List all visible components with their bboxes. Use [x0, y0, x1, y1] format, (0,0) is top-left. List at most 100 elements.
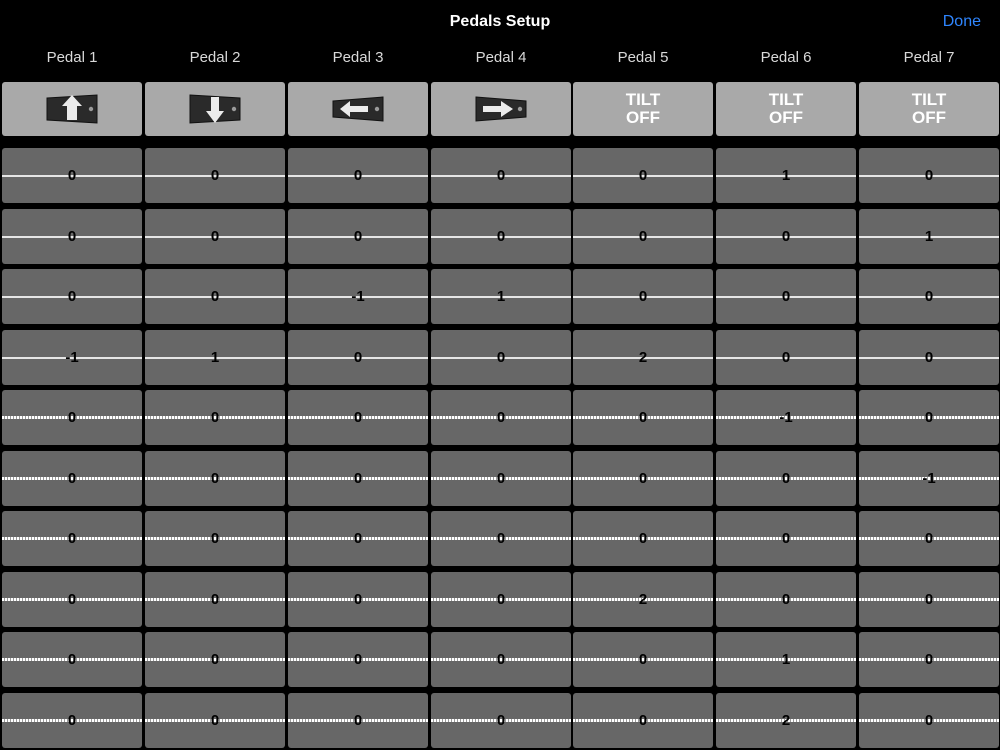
pedal-value-cell[interactable]: 0: [431, 693, 571, 748]
pedal-value-cell[interactable]: 0: [2, 390, 142, 445]
pedal-value-cell[interactable]: -1: [2, 330, 142, 385]
pedal-value-cell[interactable]: 0: [573, 632, 713, 687]
pedal-value-cell[interactable]: 0: [431, 511, 571, 566]
pedal-value-cell[interactable]: 0: [716, 330, 856, 385]
pedal-value: 0: [67, 409, 77, 426]
pedal-value-cell[interactable]: 0: [2, 148, 142, 203]
pedal-value-cell[interactable]: 0: [859, 511, 999, 566]
pedal-value: 0: [781, 470, 791, 487]
pedal-value: 0: [638, 470, 648, 487]
pedal-value-cell[interactable]: 0: [716, 451, 856, 506]
pedal-value-cell[interactable]: 0: [2, 451, 142, 506]
pedal-value-cell[interactable]: 0: [859, 632, 999, 687]
pedal-value-cell[interactable]: 0: [431, 330, 571, 385]
pedal-value: 0: [924, 712, 934, 729]
pedal-value-cell[interactable]: 0: [145, 209, 285, 264]
pedal-value-cell[interactable]: 0: [859, 330, 999, 385]
pedal-value-cell[interactable]: 0: [859, 390, 999, 445]
pedal-value-cell[interactable]: 0: [288, 572, 428, 627]
pedal-value-cell[interactable]: 0: [288, 451, 428, 506]
pedal-value-cell[interactable]: 1: [716, 148, 856, 203]
pedal-value-cell[interactable]: 0: [2, 693, 142, 748]
pedal-value-cell[interactable]: 0: [288, 632, 428, 687]
pedal-value-cell[interactable]: 0: [431, 451, 571, 506]
tilt-button-pedal-6[interactable]: TILT OFF: [716, 82, 856, 136]
pedal-value: 0: [638, 530, 648, 547]
pedal-value-cell[interactable]: 2: [716, 693, 856, 748]
pedal-value: 0: [67, 530, 77, 547]
pedal-value-cell[interactable]: 0: [716, 269, 856, 324]
pedal-value-cell[interactable]: 0: [145, 693, 285, 748]
pedal-value-cell[interactable]: 0: [288, 390, 428, 445]
pedal-value-cell[interactable]: 0: [145, 572, 285, 627]
pedal-value-cell[interactable]: 0: [145, 148, 285, 203]
tilt-button-pedal-1[interactable]: [2, 82, 142, 136]
pedal-value-cell[interactable]: 0: [2, 511, 142, 566]
tilt-button-pedal-5[interactable]: TILT OFF: [573, 82, 713, 136]
pedal-value-cell[interactable]: 2: [573, 572, 713, 627]
pedal-value: 0: [210, 651, 220, 668]
pedal-value: 0: [924, 409, 934, 426]
tilt-button-pedal-4[interactable]: [431, 82, 571, 136]
pedal-value-cell[interactable]: 0: [145, 390, 285, 445]
pedal-value-cell[interactable]: 0: [573, 390, 713, 445]
tilt-off-label: TILT OFF: [911, 90, 947, 127]
pedal-value-cell[interactable]: 1: [431, 269, 571, 324]
pedal-value-cell[interactable]: 0: [2, 632, 142, 687]
pedal-value-cell[interactable]: 0: [431, 572, 571, 627]
pedal-value-cell[interactable]: 0: [288, 693, 428, 748]
tilt-button-pedal-7[interactable]: TILT OFF: [859, 82, 999, 136]
tilt-button-pedal-2[interactable]: [145, 82, 285, 136]
pedal-value: 0: [781, 288, 791, 305]
pedal-value-cell[interactable]: 0: [145, 451, 285, 506]
pedal-value-cell[interactable]: 0: [573, 693, 713, 748]
pedal-value-cell[interactable]: 0: [2, 572, 142, 627]
pedal-value-cell[interactable]: 0: [145, 511, 285, 566]
done-button[interactable]: Done: [943, 13, 981, 31]
pedal-value-cell[interactable]: 0: [2, 269, 142, 324]
pedal-value: 0: [496, 409, 506, 426]
pedal-value-cell[interactable]: 0: [431, 209, 571, 264]
pedal-header-7: Pedal 7: [903, 49, 955, 66]
pedal-value-cell[interactable]: 0: [288, 330, 428, 385]
pedal-value-cell[interactable]: 0: [573, 269, 713, 324]
pedal-value-cell[interactable]: 1: [145, 330, 285, 385]
pedal-value-cell[interactable]: 0: [859, 693, 999, 748]
pedal-value-cell[interactable]: 0: [573, 209, 713, 264]
pedal-value-cell[interactable]: 0: [431, 148, 571, 203]
pedal-value-cell[interactable]: -1: [716, 390, 856, 445]
page-title: Pedals Setup: [449, 13, 551, 30]
pedal-value: 0: [67, 228, 77, 245]
pedal-value-cell[interactable]: 0: [716, 572, 856, 627]
pedal-value-cell[interactable]: 1: [859, 209, 999, 264]
pedal-value: 0: [496, 651, 506, 668]
pedal-column-headers: Pedal 1 Pedal 2 Pedal 3 Pedal 4 Pedal 5 Pedal…: [0, 49, 1000, 71]
pedal-value-cell[interactable]: 0: [145, 632, 285, 687]
pedal-value-cell[interactable]: 2: [573, 330, 713, 385]
pedal-value-cell[interactable]: 0: [859, 572, 999, 627]
pedal-value-cell[interactable]: 0: [716, 511, 856, 566]
pedal-value-cell[interactable]: 0: [716, 209, 856, 264]
pedal-value-cell[interactable]: 0: [2, 209, 142, 264]
pedal-value-cell[interactable]: 0: [431, 390, 571, 445]
pedal-value: 0: [353, 712, 363, 729]
pedal-value-cell[interactable]: 0: [573, 451, 713, 506]
pedal-value: 0: [924, 349, 934, 366]
pedal-value-cell[interactable]: 1: [716, 632, 856, 687]
pedal-value-cell[interactable]: 0: [288, 511, 428, 566]
tilt-button-pedal-3[interactable]: [288, 82, 428, 136]
pedal-value-cell[interactable]: -1: [288, 269, 428, 324]
pedal-value-cell[interactable]: 0: [288, 148, 428, 203]
pedal-value-cell[interactable]: 0: [573, 148, 713, 203]
pedal-value-cell[interactable]: -1: [859, 451, 999, 506]
tilt-right-icon: [475, 96, 527, 122]
pedal-value-cell[interactable]: 0: [859, 269, 999, 324]
pedal-value-cell[interactable]: 0: [145, 269, 285, 324]
pedal-header-4: Pedal 4: [475, 49, 527, 66]
pedal-value-cell[interactable]: 0: [431, 632, 571, 687]
pedal-value-cell[interactable]: 0: [288, 209, 428, 264]
pedal-value: 1: [781, 167, 791, 184]
pedal-value-cell[interactable]: 0: [573, 511, 713, 566]
pedal-value-cell[interactable]: 0: [859, 148, 999, 203]
pedal-value: 0: [638, 167, 648, 184]
